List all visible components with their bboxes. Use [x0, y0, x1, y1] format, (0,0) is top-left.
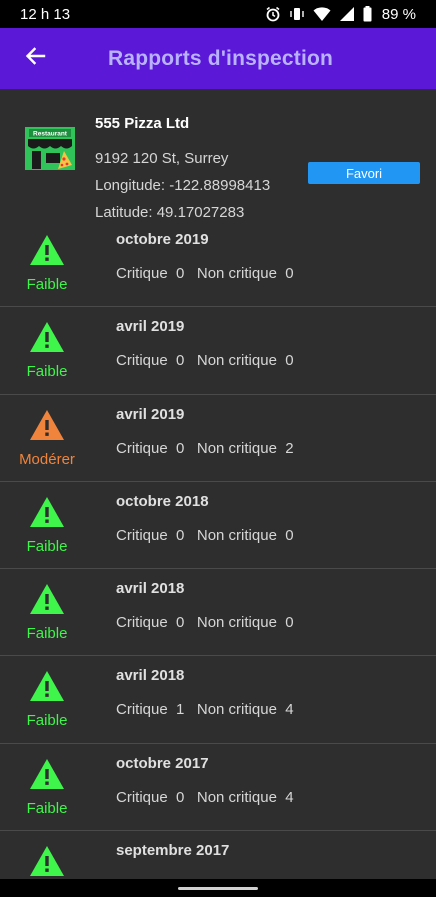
inspection-row[interactable]: Faible octobre 2017 Critique 0 Non critiqu… [0, 744, 436, 832]
hazard-indicator: Faible [0, 583, 94, 642]
warning-icon [29, 321, 65, 353]
alarm-icon [265, 6, 281, 22]
restaurant-name: 555 Pizza Ltd [95, 115, 190, 132]
main-content[interactable]: Restaurant 555 Pizza Ltd 9192 120 St, Su… [0, 89, 436, 879]
signal-icon [339, 6, 355, 22]
warning-icon [29, 409, 65, 441]
hazard-indicator: Faible [0, 758, 94, 817]
inspection-row[interactable]: Faible octobre 2018 Critique 0 Non critiqu… [0, 482, 436, 570]
arrow-left-icon [24, 45, 46, 72]
inspection-row[interactable]: Faible avril 2018 Critique 1 Non critique … [0, 656, 436, 744]
logo-sign-text: Restaurant [33, 131, 68, 138]
status-bar: 12 h 13 89 % [0, 0, 436, 28]
hazard-level-label: Faible [26, 799, 68, 817]
back-button[interactable] [0, 28, 70, 89]
warning-icon [29, 845, 65, 877]
violation-counts: Critique 0 Non critique 4 [116, 788, 294, 806]
hazard-level-label: Faible [26, 363, 68, 381]
page-title: Rapports d'inspection [108, 46, 334, 70]
wifi-icon [313, 6, 331, 22]
battery-percent: 89 % [381, 5, 416, 23]
inspection-list: Faible octobre 2019 Critique 0 Non critiqu… [0, 220, 436, 879]
warning-icon [29, 758, 65, 790]
warning-icon [29, 234, 65, 266]
violation-counts: Critique 0 Non critique 0 [116, 265, 294, 282]
navigation-bar [0, 879, 436, 897]
warning-icon [29, 583, 65, 615]
violation-counts: Critique 0 Non critique 0 [116, 352, 294, 370]
inspection-date: septembre 2017 [116, 842, 230, 860]
inspection-row[interactable]: Faible avril 2019 Critique 0 Non critique … [0, 307, 436, 395]
violation-counts: Critique 0 Non critique 2 [116, 439, 294, 457]
warning-icon [29, 496, 65, 528]
hazard-level-label: Faible [26, 712, 68, 730]
inspection-row[interactable]: Modérer avril 2019 Critique 0 Non critique… [0, 395, 436, 482]
hazard-indicator: Faible [0, 321, 94, 380]
restaurant-address: 9192 120 St, Surrey [95, 150, 229, 167]
warning-icon [29, 670, 65, 702]
inspection-row[interactable]: Faible avril 2018 Critique 0 Non critique … [0, 569, 436, 657]
hazard-level-label: Modérer [19, 450, 75, 468]
hazard-indicator: Faible [0, 234, 94, 293]
inspection-date: avril 2018 [116, 667, 185, 685]
app-bar: Rapports d'inspection [0, 28, 436, 89]
inspection-date: octobre 2017 [116, 754, 209, 772]
status-icons: 89 % [265, 6, 416, 23]
restaurant-header: Restaurant 555 Pizza Ltd 9192 120 St, Su… [0, 89, 436, 229]
inspection-date: avril 2018 [116, 580, 185, 598]
restaurant-latitude: Latitude: 49.17027283 [95, 204, 245, 221]
status-time: 12 h 13 [20, 5, 71, 23]
hazard-indicator: Modérer [0, 409, 94, 468]
vibrate-icon [289, 6, 305, 22]
home-gesture-handle[interactable] [178, 887, 258, 890]
hazard-indicator [0, 845, 94, 879]
hazard-level-label: Faible [26, 276, 68, 293]
inspection-date: avril 2019 [116, 405, 185, 423]
violation-counts: Critique 0 Non critique 0 [116, 526, 294, 544]
violation-counts: Critique 1 Non critique 4 [116, 701, 294, 719]
inspection-date: octobre 2019 [116, 231, 209, 248]
hazard-level-label: Faible [26, 537, 68, 555]
violation-counts: Critique 0 Non critique 0 [116, 614, 294, 632]
restaurant-longitude: Longitude: -122.88998413 [95, 177, 271, 194]
hazard-level-label: Faible [26, 625, 68, 643]
inspection-date: avril 2019 [116, 318, 185, 336]
hazard-indicator: Faible [0, 496, 94, 555]
restaurant-logo: Restaurant [24, 125, 76, 171]
inspection-row[interactable]: Faible octobre 2019 Critique 0 Non critiqu… [0, 220, 436, 308]
inspection-date: octobre 2018 [116, 492, 209, 510]
favorite-button[interactable]: Favori [308, 162, 420, 184]
battery-icon [363, 6, 372, 22]
hazard-indicator: Faible [0, 670, 94, 729]
inspection-row[interactable]: septembre 2017 [0, 831, 436, 879]
